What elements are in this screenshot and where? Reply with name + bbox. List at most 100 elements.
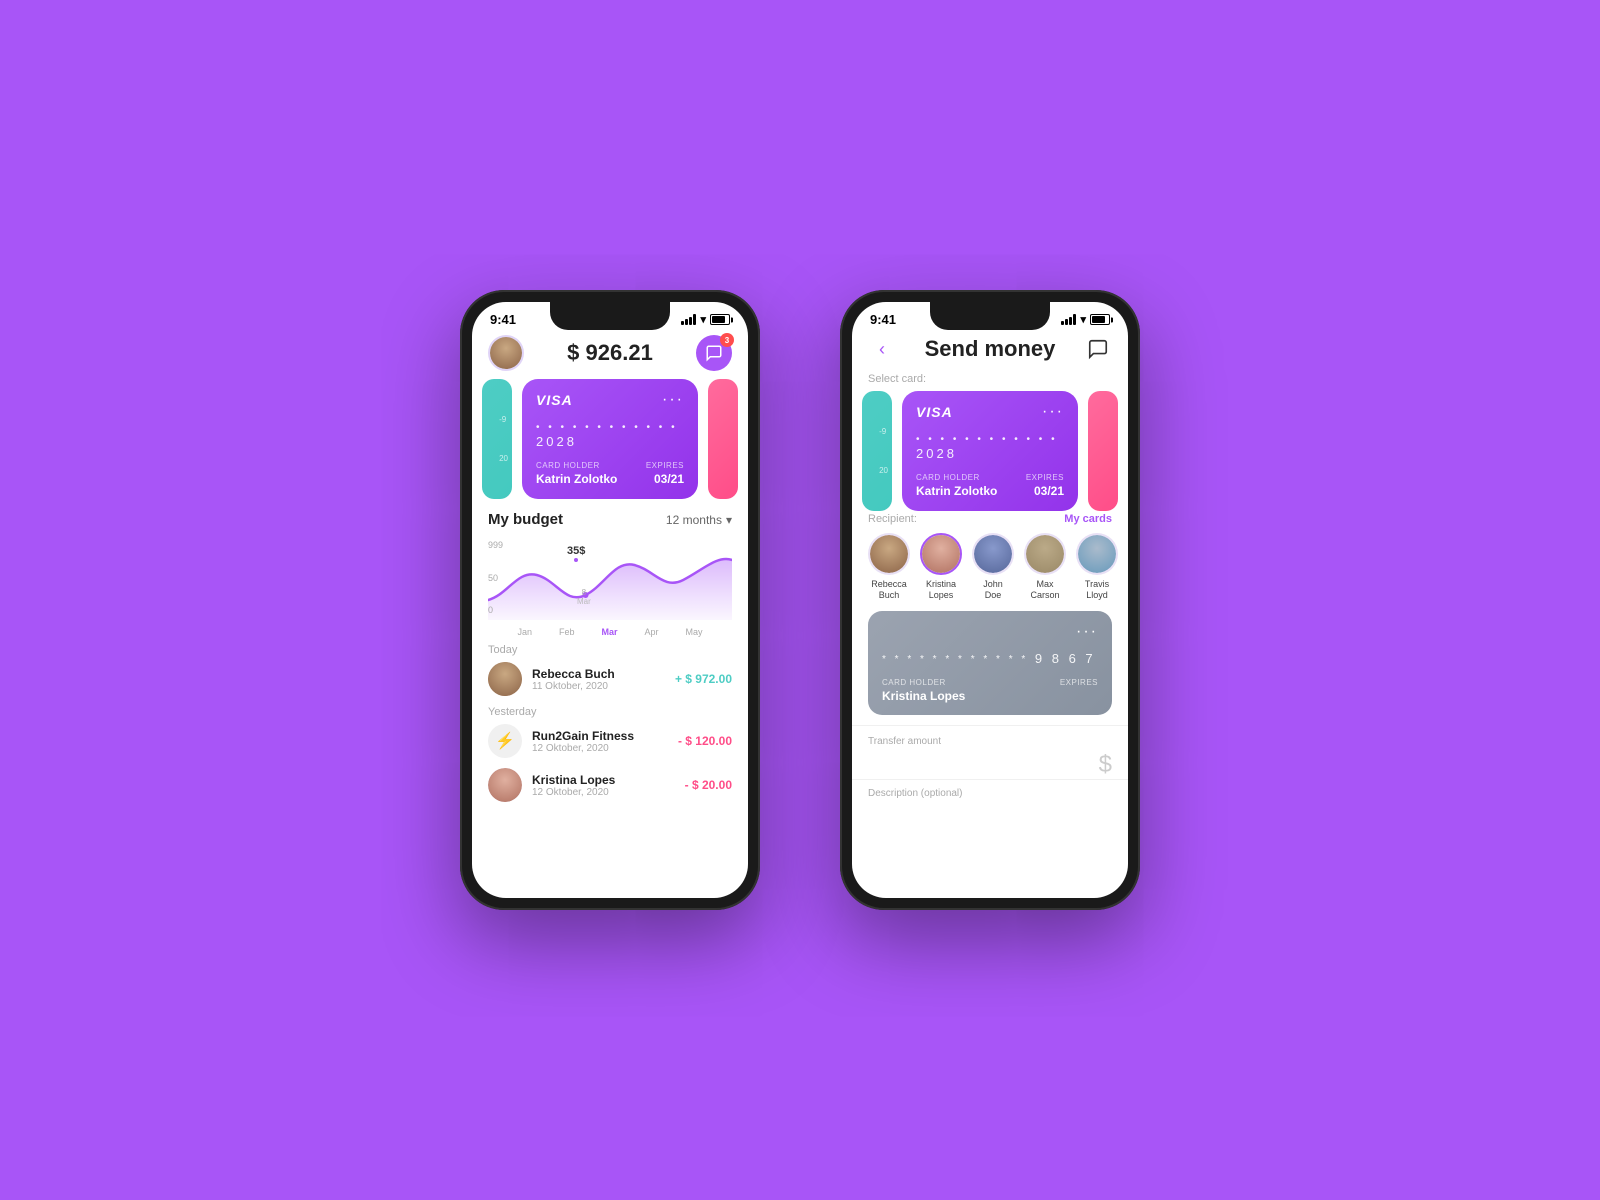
transaction-item[interactable]: Kristina Lopes 12 Oktober, 2020 - $ 20.0… <box>488 768 732 802</box>
recipient-avatar-kristina <box>920 533 962 575</box>
time-1: 9:41 <box>490 312 516 327</box>
notch-1 <box>550 302 670 330</box>
transaction-item[interactable]: Rebecca Buch 11 Oktober, 2020 + $ 972.00 <box>488 662 732 696</box>
tx-amount: - $ 20.00 <box>685 778 732 792</box>
recipient-card[interactable]: ··· * * * * * * * * * * * * 9 8 6 7 CARD… <box>868 611 1112 715</box>
tx-date: 12 Oktober, 2020 <box>532 743 668 754</box>
recipient-avatar-travis <box>1076 533 1118 575</box>
signal-icon <box>681 314 696 325</box>
recipient-name-rebecca: RebeccaBuch <box>871 579 907 601</box>
balance-display: $ 926.21 <box>567 340 653 366</box>
user-avatar[interactable] <box>488 335 524 371</box>
recipient-name-john: JohnDoe <box>983 579 1003 601</box>
cards-carousel[interactable]: -9 20 VISA ··· • • • • • • • • • • • • 2… <box>472 379 748 499</box>
tooltip-amount: 35$ <box>567 545 585 557</box>
recipient-rebecca[interactable]: RebeccaBuch <box>868 533 910 601</box>
tx-name: Rebecca Buch <box>532 667 665 681</box>
tx-date: 11 Oktober, 2020 <box>532 681 665 692</box>
send-main-card[interactable]: VISA ··· • • • • • • • • • • • • 2028 CA… <box>902 391 1078 511</box>
card-holder-label: CARD HOLDER <box>536 461 617 470</box>
recipient-holder-value: Kristina Lopes <box>882 689 965 703</box>
card-last4: 2028 <box>536 434 577 449</box>
tooltip-dot <box>573 557 579 563</box>
main-credit-card[interactable]: VISA ··· • • • • • • • • • • • • 2028 CA… <box>522 379 698 499</box>
battery-icon <box>710 314 730 325</box>
chat-button[interactable] <box>1084 335 1112 363</box>
wifi-icon: ▾ <box>700 313 706 326</box>
send-expires-value: 03/21 <box>1026 484 1064 498</box>
notification-button[interactable]: 3 <box>696 335 732 371</box>
period-selector[interactable]: 12 months ▾ <box>666 513 732 527</box>
main-header: $ 926.21 3 <box>472 331 748 379</box>
send-card-dots: • • • • • • • • • • • • <box>916 434 1058 445</box>
card-snippet-left[interactable]: -9 20 <box>482 379 512 499</box>
recipient-expires-label: EXPIRES <box>1060 678 1098 687</box>
tx-amount: + $ 972.00 <box>675 672 732 686</box>
card-menu-button[interactable]: ··· <box>662 391 684 409</box>
chart-y-labels: 999 50 0 <box>488 540 503 615</box>
description-section: Description (optional) <box>852 779 1128 799</box>
tx-name: Kristina Lopes <box>532 773 675 787</box>
recipient-max[interactable]: MaxCarson <box>1024 533 1066 601</box>
tx-date: 12 Oktober, 2020 <box>532 787 675 798</box>
status-icons-2: ▾ <box>1061 313 1110 326</box>
recipient-card-last4: 9 8 6 7 <box>1035 651 1096 666</box>
send-card-snippet-left[interactable]: -9 20 <box>862 391 892 511</box>
send-cards-carousel[interactable]: -9 20 VISA ··· • • • • • • • • • • • • 2… <box>852 391 1128 511</box>
transfer-input[interactable]: $ <box>868 751 1112 779</box>
budget-section: My budget 12 months ▾ <box>472 499 748 540</box>
recipient-name-travis: TravisLloyd <box>1085 579 1109 601</box>
select-card-label: Select card: <box>852 371 1128 391</box>
recipient-john[interactable]: JohnDoe <box>972 533 1014 601</box>
chevron-down-icon: ▾ <box>726 513 732 527</box>
recipient-section: Recipient: My cards RebeccaBuch <box>852 511 1128 601</box>
my-cards-link[interactable]: My cards <box>1064 513 1112 525</box>
transaction-item[interactable]: ⚡ Run2Gain Fitness 12 Oktober, 2020 - $ … <box>488 724 732 758</box>
transfer-amount-section: Transfer amount $ <box>852 725 1128 779</box>
recipient-card-menu[interactable]: ··· <box>1076 623 1098 641</box>
send-holder-value: Katrin Zolotko <box>916 484 997 498</box>
phone-2: 9:41 ▾ ‹ Send money <box>840 290 1140 910</box>
card-snippet-right[interactable] <box>708 379 738 499</box>
send-card-menu-button[interactable]: ··· <box>1042 403 1064 421</box>
send-expires-label: EXPIRES <box>1026 473 1064 482</box>
recipient-holder-label: CARD HOLDER <box>882 678 965 687</box>
wifi-icon-2: ▾ <box>1080 313 1086 326</box>
chart-svg <box>488 540 732 620</box>
notification-badge: 3 <box>720 333 734 347</box>
budget-title: My budget <box>488 511 563 528</box>
expires-value: 03/21 <box>646 472 684 486</box>
time-2: 9:41 <box>870 312 896 327</box>
phone-1: 9:41 ▾ $ 926.21 <box>460 290 760 910</box>
tx-avatar-run2gain: ⚡ <box>488 724 522 758</box>
section-today: Today <box>488 644 732 656</box>
recipient-name-kristina: KristinaLopes <box>926 579 956 601</box>
transactions-list: Today Rebecca Buch 11 Oktober, 2020 + $ … <box>472 640 748 812</box>
screen-title: Send money <box>925 336 1056 362</box>
send-money-header: ‹ Send money <box>852 331 1128 371</box>
card-number: • • • • • • • • • • • • 2028 <box>536 419 684 449</box>
recipient-card-dots: * * * * * * * * * * * * <box>882 654 1028 665</box>
status-icons-1: ▾ <box>681 313 730 326</box>
recipient-travis[interactable]: TravisLloyd <box>1076 533 1118 601</box>
tx-avatar-rebecca <box>488 662 522 696</box>
recipient-avatar-john <box>972 533 1014 575</box>
card-dots: • • • • • • • • • • • • <box>536 422 678 433</box>
recipient-kristina[interactable]: KristinaLopes <box>920 533 962 601</box>
signal-icon-2 <box>1061 314 1076 325</box>
currency-symbol: $ <box>1099 751 1112 779</box>
send-holder-label: CARD HOLDER <box>916 473 997 482</box>
tx-name: Run2Gain Fitness <box>532 729 668 743</box>
send-card-number: • • • • • • • • • • • • 2028 <box>916 431 1064 461</box>
recipient-name-max: MaxCarson <box>1030 579 1059 601</box>
recipient-card-number: * * * * * * * * * * * * 9 8 6 7 <box>882 651 1098 666</box>
description-label: Description (optional) <box>868 788 1112 799</box>
card-holder-value: Katrin Zolotko <box>536 472 617 486</box>
send-card-last4: 2028 <box>916 446 957 461</box>
tooltip-date: 8 <box>577 588 591 597</box>
send-card-snippet-right[interactable] <box>1088 391 1118 511</box>
back-button[interactable]: ‹ <box>868 335 896 363</box>
tx-avatar-kristina <box>488 768 522 802</box>
section-yesterday: Yesterday <box>488 706 732 718</box>
tx-amount: - $ 120.00 <box>678 734 732 748</box>
